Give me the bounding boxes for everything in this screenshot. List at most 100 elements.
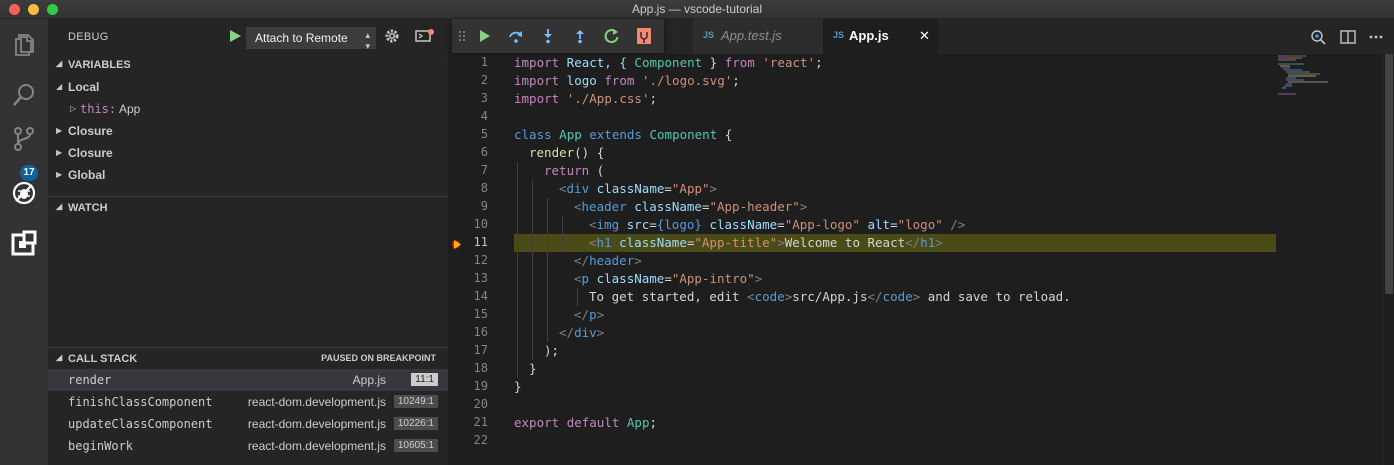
stack-frame[interactable]: render App.js 11:1 xyxy=(48,369,448,391)
scope-local[interactable]: ◢ Local xyxy=(48,76,448,98)
explorer-icon[interactable] xyxy=(10,31,38,59)
title-bar: App.js — vscode-tutorial xyxy=(0,0,1394,19)
code-line: import React, { Component } from 'react'… xyxy=(514,55,823,70)
line-number: 14 xyxy=(473,289,488,303)
stack-frame[interactable]: finishClassComponent react-dom.developme… xyxy=(48,391,448,413)
line-gutter: 1 2 3 4 5 6 7 8 9 10 11 12 13 14 15 16 17 18 19 20 21 22 xyxy=(448,54,508,465)
line-number: 9 xyxy=(480,199,488,213)
stack-frame[interactable]: updateClassComponent react-dom.developme… xyxy=(48,413,448,435)
variables-section-header[interactable]: ◢ VARIABLES xyxy=(48,54,448,76)
search-icon[interactable] xyxy=(10,81,38,109)
code-line: <h1 className="App-title">Welcome to Rea… xyxy=(589,235,943,250)
code-editor[interactable]: 1 2 3 4 5 6 7 8 9 10 11 12 13 14 15 16 17 18 19 20 21 22 impo… xyxy=(448,54,1394,465)
code-line: </p> xyxy=(574,307,605,322)
line-number: 1 xyxy=(480,55,488,69)
continue-icon[interactable] xyxy=(476,28,492,44)
debug-config-label: Attach to Remote xyxy=(255,31,348,45)
code-line: class App extends Component { xyxy=(514,127,733,142)
code-line: export default App; xyxy=(514,415,658,430)
scope-closure[interactable]: ▶ Closure xyxy=(48,120,448,142)
restart-icon[interactable] xyxy=(604,28,620,44)
disconnect-icon[interactable] xyxy=(636,28,652,44)
activity-bar: 17 xyxy=(0,19,48,465)
tab-app-test-js[interactable]: JS App.test.js xyxy=(693,19,823,54)
extensions-icon[interactable] xyxy=(10,229,38,257)
code-line: ); xyxy=(544,343,560,358)
debug-title: DEBUG xyxy=(68,31,109,43)
js-file-icon: JS xyxy=(703,30,715,40)
step-over-icon[interactable] xyxy=(508,28,524,44)
minimap[interactable] xyxy=(1276,54,1382,104)
debug-config-select[interactable]: Attach to Remote ▴ ▾ xyxy=(246,27,376,51)
line-number: 17 xyxy=(473,343,488,357)
line-number: 21 xyxy=(473,415,488,429)
line-number: 8 xyxy=(480,181,488,195)
collapsed-triangle-icon: ▷ xyxy=(70,104,77,113)
line-number: 6 xyxy=(480,145,488,159)
breakpoint-paused-icon[interactable] xyxy=(452,237,462,249)
debug-sidebar: DEBUG Attach to Remote ▴ ▾ ◢ VARIABLES ◢ … xyxy=(48,19,448,465)
line-number: 3 xyxy=(480,91,488,105)
line-number: 12 xyxy=(473,253,488,267)
collapse-triangle-icon: ◢ xyxy=(56,353,63,362)
select-arrows-icon: ▴ ▾ xyxy=(365,30,370,51)
scope-global[interactable]: ▶ Global xyxy=(48,164,448,186)
split-editor-icon[interactable] xyxy=(1340,29,1356,45)
collapsed-triangle-icon: ▶ xyxy=(56,170,63,179)
code-line: import logo from './logo.svg'; xyxy=(514,73,740,88)
debug-icon[interactable] xyxy=(10,179,38,207)
close-tab-icon[interactable]: ✕ xyxy=(919,28,930,44)
code-line: </header> xyxy=(574,253,642,268)
line-number: 5 xyxy=(480,127,488,141)
debug-header: DEBUG Attach to Remote ▴ ▾ xyxy=(48,19,448,54)
drag-handle-icon[interactable] xyxy=(458,28,466,44)
line-number: 4 xyxy=(480,109,488,123)
code-line: } xyxy=(529,361,537,376)
watch-section-header[interactable]: ◢ WATCH xyxy=(48,196,448,219)
code-line: return ( xyxy=(544,163,605,178)
collapsed-triangle-icon: ▶ xyxy=(56,126,63,135)
js-file-icon: JS xyxy=(833,30,845,40)
line-number: 22 xyxy=(473,433,488,447)
collapse-triangle-icon: ◢ xyxy=(56,59,63,68)
scrollbar-thumb[interactable] xyxy=(1385,54,1393,294)
vertical-scrollbar[interactable] xyxy=(1382,54,1394,465)
more-actions-icon[interactable] xyxy=(1368,29,1384,45)
line-number: 16 xyxy=(473,325,488,339)
code-line: } xyxy=(514,379,522,394)
code-line: </div> xyxy=(559,325,605,340)
line-number: 18 xyxy=(473,361,488,375)
code-line: <header className="App-header"> xyxy=(574,199,808,214)
code-line: <img src={logo} className="App-logo" alt… xyxy=(589,217,966,232)
collapsed-triangle-icon: ▶ xyxy=(56,148,63,157)
expanded-triangle-icon: ◢ xyxy=(56,82,63,91)
line-number: 15 xyxy=(473,307,488,321)
line-number: 13 xyxy=(473,271,488,285)
code-line: import './App.css'; xyxy=(514,91,658,106)
scope-closure[interactable]: ▶ Closure xyxy=(48,142,448,164)
line-number: 7 xyxy=(480,163,488,177)
code-line: <div className="App"> xyxy=(559,181,718,196)
stack-frame[interactable]: beginWork react-dom.development.js 10605… xyxy=(48,435,448,457)
window-title: App.js — vscode-tutorial xyxy=(631,2,763,16)
variable-this[interactable]: ▷ this: App xyxy=(48,98,448,120)
open-changes-icon[interactable] xyxy=(1310,29,1326,45)
step-out-icon[interactable] xyxy=(572,28,588,44)
code-line: To get started, edit <code>src/App.js</c… xyxy=(589,289,1071,304)
call-stack-section-header[interactable]: ◢ CALL STACK PAUSED ON BREAKPOINT xyxy=(48,347,448,370)
debug-console-icon[interactable] xyxy=(415,29,435,43)
source-control-icon[interactable] xyxy=(10,125,38,153)
line-number: 20 xyxy=(473,397,488,411)
code-line: render() { xyxy=(529,145,605,160)
collapse-triangle-icon: ◢ xyxy=(56,202,63,211)
line-number: 10 xyxy=(473,217,488,231)
start-debugging-button[interactable] xyxy=(228,29,242,43)
gear-icon[interactable] xyxy=(384,28,400,44)
play-icon xyxy=(230,30,241,42)
paused-status: PAUSED ON BREAKPOINT xyxy=(321,353,436,363)
line-number: 2 xyxy=(480,73,488,87)
code-line: <p className="App-intro"> xyxy=(574,271,763,286)
line-number: 19 xyxy=(473,379,488,393)
step-into-icon[interactable] xyxy=(540,28,556,44)
tab-app-js[interactable]: JS App.js ✕ xyxy=(823,19,938,54)
